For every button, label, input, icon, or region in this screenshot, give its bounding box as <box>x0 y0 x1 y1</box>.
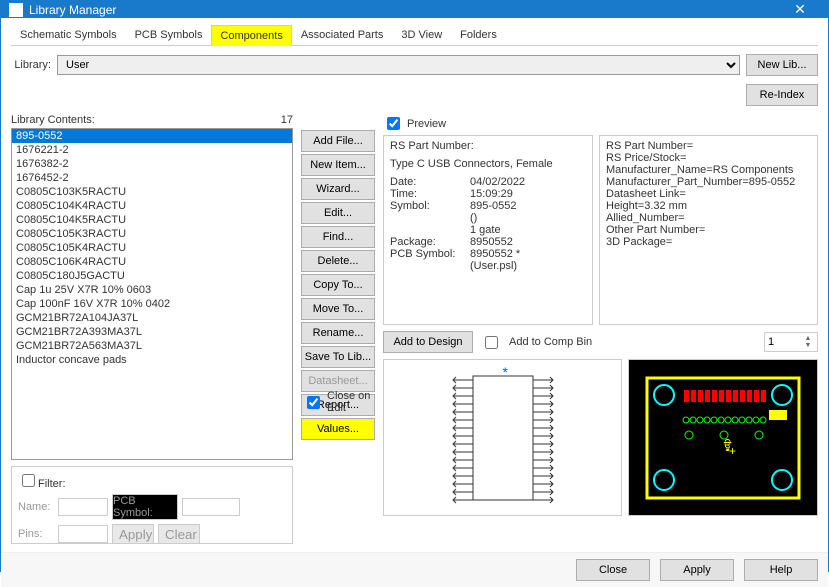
apply-button[interactable]: Apply <box>660 559 734 581</box>
quantity-stepper[interactable]: ▲▼ <box>764 332 818 352</box>
filter-name-input[interactable] <box>58 498 108 516</box>
filter-apply-button[interactable]: Apply <box>112 524 154 544</box>
filter-group: Filter: Name: PCB Symbol: Pins: Apply Cl… <box>11 466 293 544</box>
list-item[interactable]: GCM21BR72A393MA37L <box>12 325 292 339</box>
list-item[interactable]: Cap 100nF 16V X7R 10% 0402 <box>12 297 292 311</box>
rename-button[interactable]: Rename... <box>301 322 375 344</box>
copyto-button[interactable]: Copy To... <box>301 274 375 296</box>
delete-button[interactable]: Delete... <box>301 250 375 272</box>
values-button[interactable]: Values... <box>301 418 375 440</box>
tab-folders[interactable]: Folders <box>451 24 506 45</box>
close-icon[interactable]: ✕ <box>780 1 820 18</box>
close-button[interactable]: Close <box>576 559 650 581</box>
tab-schematic-symbols[interactable]: Schematic Symbols <box>11 24 126 45</box>
tab-3d-view[interactable]: 3D View <box>392 24 451 45</box>
list-item[interactable]: C0805C180J5GACTU <box>12 269 292 283</box>
list-item[interactable]: C0805C105K3RACTU <box>12 227 292 241</box>
new-lib-button[interactable]: New Lib... <box>746 54 818 76</box>
list-item[interactable]: 1676452-2 <box>12 171 292 185</box>
window-title: Library Manager <box>29 3 780 17</box>
close-on-edit-checkbox[interactable] <box>307 396 320 409</box>
list-item[interactable]: C0805C106K4RACTU <box>12 255 292 269</box>
svg-text:+: + <box>729 444 736 458</box>
list-item[interactable]: Inductor concave pads <box>12 353 292 367</box>
symbol-preview: * <box>383 359 622 516</box>
newitem-button[interactable]: New Item... <box>301 154 375 176</box>
info-panel: RS Part Number: Type C USB Connectors, F… <box>383 135 593 325</box>
datasheet-button[interactable]: Datasheet... <box>301 370 375 392</box>
contents-label: Library Contents: <box>11 114 95 126</box>
titlebar: Library Manager ✕ <box>1 1 828 18</box>
list-item[interactable]: C0805C105K4RACTU <box>12 241 292 255</box>
edit-button[interactable]: Edit... <box>301 202 375 224</box>
tab-bar: Schematic SymbolsPCB SymbolsComponentsAs… <box>11 24 818 46</box>
list-item[interactable]: C0805C104K4RACTU <box>12 199 292 213</box>
savetolib-button[interactable]: Save To Lib... <box>301 346 375 368</box>
addfile-button[interactable]: Add File... <box>301 130 375 152</box>
list-item[interactable]: C0805C104K5RACTU <box>12 213 292 227</box>
filter-pcb-input[interactable] <box>182 498 240 516</box>
contents-list[interactable]: 895-05521676221-21676382-21676452-2C0805… <box>11 128 293 460</box>
tab-pcb-symbols[interactable]: PCB Symbols <box>126 24 212 45</box>
list-item[interactable]: GCM21BR72A104JA37L <box>12 311 292 325</box>
list-item[interactable]: 1676382-2 <box>12 157 292 171</box>
tab-associated-parts[interactable]: Associated Parts <box>292 24 393 45</box>
library-select[interactable]: User <box>57 55 740 75</box>
list-item[interactable]: 1676221-2 <box>12 143 292 157</box>
filter-clear-button[interactable]: Clear <box>158 524 200 544</box>
filter-pins-input[interactable] <box>58 525 108 543</box>
reindex-button[interactable]: Re-Index <box>746 84 818 106</box>
pcb-preview: ਊ + <box>628 359 818 516</box>
app-icon <box>9 3 23 17</box>
list-item[interactable]: 895-0552 <box>12 129 292 143</box>
filter-checkbox[interactable] <box>22 474 35 487</box>
add-to-bin-checkbox[interactable] <box>485 336 498 349</box>
find-button[interactable]: Find... <box>301 226 375 248</box>
contents-count: 17 <box>281 114 293 126</box>
help-button[interactable]: Help <box>744 559 818 581</box>
library-label: Library: <box>11 59 51 71</box>
wizard-button[interactable]: Wizard... <box>301 178 375 200</box>
preview-checkbox[interactable] <box>387 117 400 130</box>
attrs-panel: RS Part Number=RS Price/Stock=Manufactur… <box>599 135 818 325</box>
list-item[interactable]: GCM21BR72A563MA37L <box>12 339 292 353</box>
list-item[interactable]: Cap 1u 25V X7R 10% 0603 <box>12 283 292 297</box>
moveto-button[interactable]: Move To... <box>301 298 375 320</box>
list-item[interactable]: C0805C103K5RACTU <box>12 185 292 199</box>
add-to-design-button[interactable]: Add to Design <box>383 331 473 353</box>
tab-components[interactable]: Components <box>211 25 291 46</box>
